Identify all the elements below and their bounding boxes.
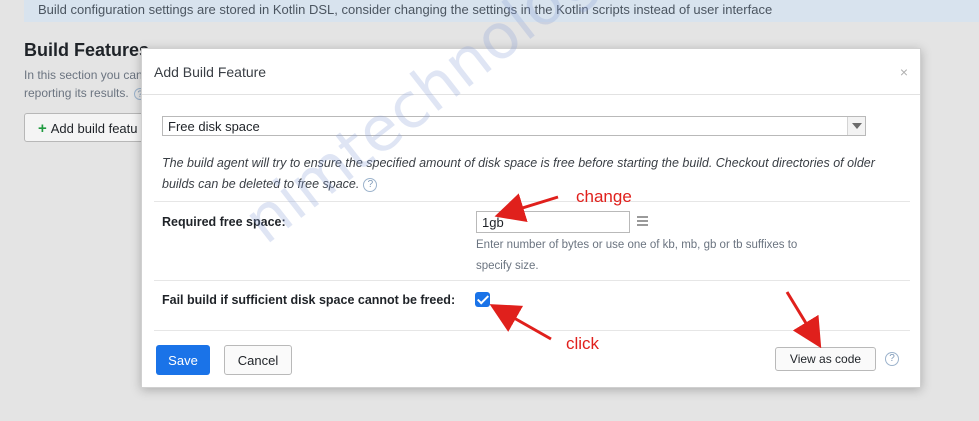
add-build-feature-label: Add build featu	[50, 121, 138, 136]
description-line-1: In this section you can	[24, 68, 143, 82]
save-button[interactable]: Save	[156, 345, 210, 375]
plus-icon: +	[38, 120, 47, 137]
view-as-code-button[interactable]: View as code	[775, 347, 876, 371]
change-annotation: change	[576, 187, 632, 206]
dialog-title: Add Build Feature	[154, 64, 267, 80]
add-build-feature-dialog: Add Build Feature × Free disk space The …	[141, 48, 921, 388]
row-divider	[154, 280, 910, 281]
feature-description: The build agent will try to ensure the s…	[162, 153, 902, 195]
build-features-description: In this section you can reporting its re…	[24, 66, 147, 102]
cancel-button[interactable]: Cancel	[224, 345, 292, 375]
description-line-2: reporting its results.	[24, 86, 129, 100]
feature-type-select[interactable]: Free disk space	[162, 116, 866, 136]
click-annotation: click	[566, 334, 600, 353]
list-icon[interactable]	[637, 216, 648, 226]
required-space-hint: Enter number of bytes or use one of kb, …	[476, 239, 798, 272]
fail-build-label: Fail build if sufficient disk space cann…	[162, 293, 456, 307]
row-divider	[154, 330, 910, 331]
feature-description-text: The build agent will try to ensure the s…	[162, 156, 875, 191]
required-space-label: Required free space:	[162, 215, 286, 229]
row-divider	[154, 201, 910, 202]
build-features-title: Build Features	[24, 40, 150, 60]
fail-build-checkbox[interactable]	[475, 292, 490, 307]
feature-type-value: Free disk space	[168, 119, 260, 134]
help-icon[interactable]: ?	[363, 177, 378, 192]
kotlin-dsl-banner: Build configuration settings are stored …	[24, 0, 979, 22]
close-icon[interactable]: ×	[900, 64, 908, 80]
help-icon[interactable]: ?	[885, 352, 899, 366]
chevron-down-icon[interactable]	[847, 117, 865, 135]
dialog-header: Add Build Feature ×	[142, 49, 920, 95]
required-space-input[interactable]: 1gb	[476, 211, 630, 233]
